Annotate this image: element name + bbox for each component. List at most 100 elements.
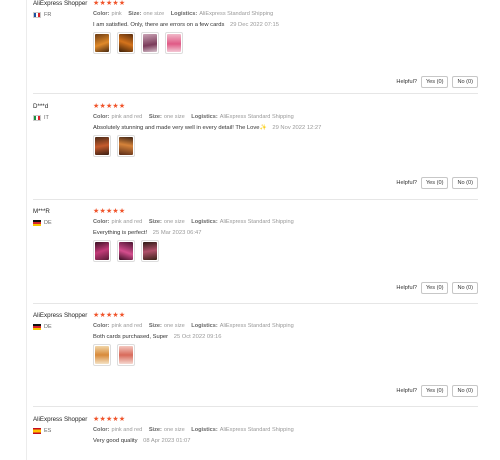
review-photo[interactable]: [117, 32, 135, 54]
review-item: D***d IT ★★★★★ Color: pink and red Size: o…: [33, 103, 478, 200]
helpful-label: Helpful?: [396, 285, 417, 291]
review-photo[interactable]: [165, 32, 183, 54]
review-photo[interactable]: [117, 135, 135, 157]
helpful-no-button[interactable]: No (0): [452, 177, 478, 189]
review-photo[interactable]: [93, 344, 111, 366]
size-label: Size:: [148, 323, 162, 329]
review-meta: Color: pink and red Size: one size Logisti…: [93, 114, 478, 120]
flag-de-icon: [33, 220, 41, 226]
reviewer-country: FR: [33, 12, 93, 18]
logistics-label: Logistics:: [191, 219, 218, 225]
reviewer-info: AliExpress Shopper DE: [33, 312, 93, 330]
helpful-yes-button[interactable]: Yes (0): [420, 76, 449, 88]
review-photo[interactable]: [93, 135, 111, 157]
country-code: IT: [44, 115, 49, 121]
review-photo[interactable]: [93, 240, 111, 262]
reviewer-info: AliExpress Shopper FR: [33, 0, 93, 18]
color-value: pink: [111, 11, 122, 17]
helpful-yes-button[interactable]: Yes (0): [420, 177, 449, 189]
review-photos: [93, 32, 478, 54]
rating-stars: ★★★★★: [93, 416, 126, 423]
logistics-label: Logistics:: [191, 427, 218, 433]
helpful-label: Helpful?: [396, 388, 417, 394]
review-text: Both cards purchased, Super 25 Oct 2022 …: [93, 334, 478, 340]
reviewer-name: AliExpress Shopper: [33, 416, 88, 423]
reviewer-info: AliExpress Shopper ES: [33, 416, 93, 434]
helpful-controls: Helpful? Yes (0) No (0): [396, 385, 478, 397]
review-photo[interactable]: [93, 32, 111, 54]
helpful-controls: Helpful? Yes (0) No (0): [396, 177, 478, 189]
size-value: one size: [163, 427, 185, 433]
review-text: Very good quality 08 Apr 2023 01:07: [93, 438, 478, 444]
review-date: 08 Apr 2023 01:07: [143, 438, 191, 444]
flag-fr-icon: [33, 12, 41, 18]
review-text: I am satisfied. Only, there are errors o…: [93, 22, 478, 28]
review-body: ★★★★★ Color: pink and red Size: one size L…: [93, 103, 478, 157]
rating-stars: ★★★★★: [93, 0, 126, 7]
reviewer-country: IT: [33, 115, 93, 121]
size-label: Size:: [148, 114, 162, 120]
helpful-yes-button[interactable]: Yes (0): [420, 282, 449, 294]
review-comment: Absolutely stunning and made very well i…: [93, 125, 267, 131]
content-border: [26, 0, 27, 460]
logistics-value: AliExpress Standard Shipping: [219, 219, 294, 225]
review-body: ★★★★★ Color: pink Size: one size Logistics…: [93, 0, 478, 54]
helpful-controls: Helpful? Yes (0) No (0): [396, 76, 478, 88]
reviewer-name: AliExpress Shopper: [33, 312, 88, 319]
reviewer-name: AliExpress Shopper: [33, 0, 88, 7]
helpful-no-button[interactable]: No (0): [452, 282, 478, 294]
reviewer-country: ES: [33, 428, 93, 434]
flag-es-icon: [33, 428, 41, 434]
size-value: one size: [143, 11, 165, 17]
size-value: one size: [163, 114, 185, 120]
review-comment: Both cards purchased, Super: [93, 334, 169, 340]
logistics-value: AliExpress Standard Shipping: [219, 427, 294, 433]
helpful-label: Helpful?: [396, 180, 417, 186]
review-item: AliExpress Shopper FR ★★★★★ Color: pink S…: [33, 0, 478, 94]
review-comment: I am satisfied. Only, there are errors o…: [93, 22, 225, 28]
color-label: Color:: [93, 11, 110, 17]
reviewer-name: M***R: [33, 208, 50, 215]
flag-it-icon: [33, 115, 41, 121]
review-photo[interactable]: [141, 32, 159, 54]
review-item: AliExpress Shopper DE ★★★★★ Color: pink a…: [33, 312, 478, 407]
logistics-value: AliExpress Standard Shipping: [219, 114, 294, 120]
color-label: Color:: [93, 114, 110, 120]
review-item: AliExpress Shopper ES ★★★★★ Color: pink a…: [33, 416, 478, 460]
review-date: 25 Mar 2023 06:47: [152, 230, 202, 236]
country-code: DE: [44, 220, 52, 226]
review-comment: Everything is perfect!: [93, 230, 148, 236]
review-photos: [93, 240, 478, 262]
review-photo[interactable]: [141, 240, 159, 262]
helpful-no-button[interactable]: No (0): [452, 385, 478, 397]
color-value: pink and red: [111, 427, 143, 433]
size-label: Size:: [148, 427, 162, 433]
rating-stars: ★★★★★: [93, 103, 126, 110]
helpful-no-button[interactable]: No (0): [452, 76, 478, 88]
color-value: pink and red: [111, 219, 143, 225]
review-photo[interactable]: [117, 240, 135, 262]
reviewer-name: D***d: [33, 103, 49, 110]
review-text: Everything is perfect! 25 Mar 2023 06:47: [93, 230, 478, 236]
rating-stars: ★★★★★: [93, 312, 126, 319]
reviewer-info: D***d IT: [33, 103, 93, 121]
review-date: 25 Oct 2022 09:16: [173, 334, 222, 340]
color-value: pink and red: [111, 114, 143, 120]
review-meta: Color: pink and red Size: one size Logisti…: [93, 427, 478, 433]
rating-stars: ★★★★★: [93, 208, 126, 215]
color-label: Color:: [93, 323, 110, 329]
logistics-value: AliExpress Standard Shipping: [199, 11, 274, 17]
review-text: Absolutely stunning and made very well i…: [93, 125, 478, 131]
color-label: Color:: [93, 219, 110, 225]
review-photos: [93, 135, 478, 157]
reviewer-country: DE: [33, 324, 93, 330]
logistics-label: Logistics:: [191, 114, 218, 120]
review-photo[interactable]: [117, 344, 135, 366]
country-code: ES: [44, 428, 52, 434]
review-meta: Color: pink and red Size: one size Logisti…: [93, 323, 478, 329]
helpful-yes-button[interactable]: Yes (0): [420, 385, 449, 397]
review-photos: [93, 344, 478, 366]
flag-de-icon: [33, 324, 41, 330]
review-body: ★★★★★ Color: pink and red Size: one size L…: [93, 312, 478, 366]
color-value: pink and red: [111, 323, 143, 329]
